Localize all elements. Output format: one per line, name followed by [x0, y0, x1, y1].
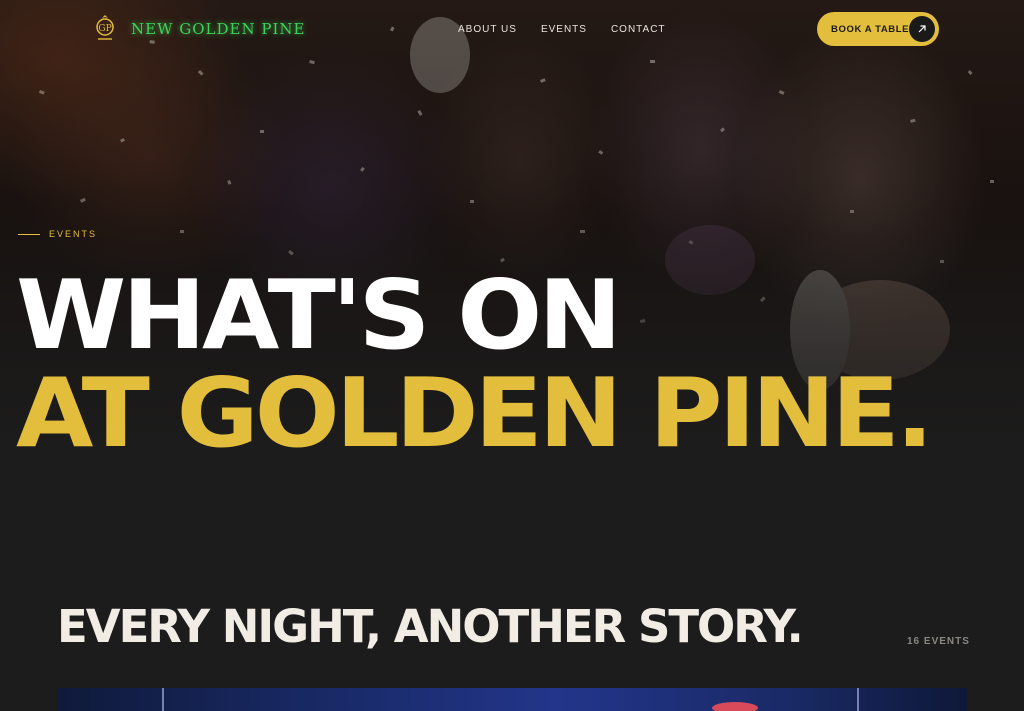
nav-link-events[interactable]: EVENTS — [541, 24, 587, 35]
stage-light-beam — [857, 688, 859, 711]
golden-pine-crest-icon[interactable]: GP — [92, 14, 118, 42]
top-navigation: GP NEW GOLDEN PINE ABOUT US EVENTS CONTA… — [0, 0, 1024, 60]
nav-link-about-us[interactable]: ABOUT US — [458, 24, 517, 35]
stage-light-beam — [162, 688, 164, 711]
events-section-title: EVERY NIGHT, ANOTHER STORY. — [57, 600, 804, 653]
brand-name[interactable]: NEW GOLDEN PINE — [131, 20, 305, 38]
hero-headline-line1: WHAT'S ON — [16, 259, 622, 371]
book-a-table-label: BOOK A TABLE — [831, 23, 910, 35]
arrow-up-right-icon — [909, 16, 935, 42]
event-card-figure — [712, 702, 758, 711]
eyebrow-line — [18, 233, 40, 235]
eyebrow-label: EVENTS — [49, 229, 98, 239]
event-card-image[interactable] — [57, 688, 967, 711]
svg-text:GP: GP — [98, 24, 111, 34]
nav-link-contact[interactable]: CONTACT — [611, 24, 666, 35]
hero-eyebrow: EVENTS — [18, 229, 97, 239]
hero-headline-line2: AT GOLDEN PINE. — [16, 357, 934, 469]
events-count: 16 EVENTS — [907, 636, 970, 647]
nav-links: ABOUT US EVENTS CONTACT — [458, 24, 666, 35]
book-a-table-button[interactable]: BOOK A TABLE — [817, 12, 939, 46]
